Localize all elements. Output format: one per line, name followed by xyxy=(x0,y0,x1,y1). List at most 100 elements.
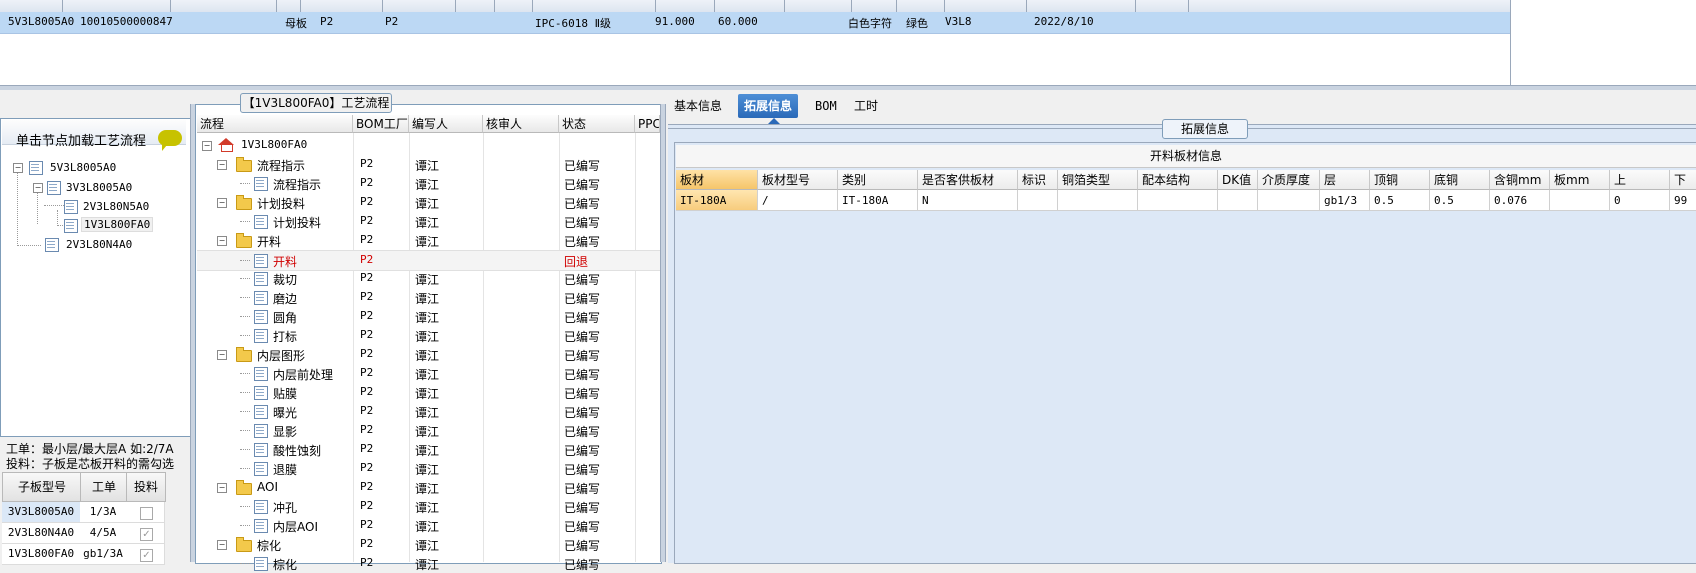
horizontal-splitter[interactable] xyxy=(0,85,1696,90)
col-header-author[interactable]: 编写人 xyxy=(409,115,483,133)
top-grid-selected-row[interactable]: 5V3L8005A0 10010500000847 母板 P2 P2 IPC-6… xyxy=(0,12,1510,34)
flow-row[interactable]: 冲孔 P2 谭江 已编写 xyxy=(197,497,660,516)
flow-row[interactable]: − 流程指示 P2 谭江 已编写 xyxy=(197,155,660,174)
grid-col-header[interactable]: DK值 xyxy=(1218,170,1258,190)
flow-row[interactable]: − 开料 P2 谭江 已编写 xyxy=(197,231,660,250)
grid-col-header[interactable]: 介质厚度 xyxy=(1258,170,1320,190)
col-header-ppc[interactable]: PPC xyxy=(635,115,660,133)
col-header-feed[interactable]: 投料 xyxy=(126,472,166,502)
tree-line xyxy=(240,335,250,336)
grid-col-header[interactable]: 上 xyxy=(1610,170,1670,190)
col-header-model[interactable]: 子板型号 xyxy=(2,472,82,502)
grid-cell[interactable]: 0 xyxy=(1610,190,1670,211)
tree-line xyxy=(17,245,41,246)
flow-row[interactable]: 磨边 P2 谭江 已编写 xyxy=(197,288,660,307)
grid-col-header[interactable]: 底铜 xyxy=(1430,170,1490,190)
col-header-order[interactable]: 工单 xyxy=(80,472,128,502)
collapse-toggle-icon[interactable]: − xyxy=(13,163,23,173)
tab-bom[interactable]: BOM xyxy=(809,94,843,118)
col-header-reviewer[interactable]: 核审人 xyxy=(483,115,559,133)
flow-row[interactable]: 内层AOI P2 谭江 已编写 xyxy=(197,516,660,535)
flow-row[interactable]: 棕化 P2 谭江 已编写 xyxy=(197,554,660,573)
grid-cell[interactable]: IT-180A xyxy=(838,190,918,211)
grid-col-header[interactable]: 板材型号 xyxy=(758,170,838,190)
grid-col-header[interactable]: 下 xyxy=(1670,170,1696,190)
tree-node[interactable]: 3V3L8005A0 xyxy=(66,181,132,194)
grid-col-header[interactable]: 板mm xyxy=(1550,170,1610,190)
flow-row[interactable]: − 计划投料 P2 谭江 已编写 xyxy=(197,193,660,212)
flow-row[interactable]: 曝光 P2 谭江 已编写 xyxy=(197,402,660,421)
grid-col-header[interactable]: 含铜mm xyxy=(1490,170,1550,190)
collapse-toggle-icon[interactable]: − xyxy=(217,540,227,550)
grid-cell[interactable]: 0.5 xyxy=(1430,190,1490,211)
collapse-toggle-icon[interactable]: − xyxy=(202,141,212,151)
flow-row[interactable]: 内层前处理 P2 谭江 已编写 xyxy=(197,364,660,383)
sub-model[interactable]: 3V3L8005A0 xyxy=(2,502,81,523)
grid-cell[interactable] xyxy=(1218,190,1258,211)
tab-work-hours[interactable]: 工时 xyxy=(848,94,884,118)
speech-bubble-icon[interactable] xyxy=(158,130,182,151)
tab-extended-info[interactable]: 拓展信息 xyxy=(738,94,799,118)
flow-row[interactable]: 显影 P2 谭江 已编写 xyxy=(197,421,660,440)
flow-row[interactable]: − AOI P2 谭江 已编写 xyxy=(197,478,660,497)
grid-col-header[interactable]: 铜箔类型 xyxy=(1058,170,1138,190)
flow-row[interactable]: − 棕化 P2 谭江 已编写 xyxy=(197,535,660,554)
tree-line xyxy=(240,449,250,450)
collapse-toggle-icon[interactable]: − xyxy=(217,198,227,208)
collapse-toggle-icon[interactable]: − xyxy=(217,236,227,246)
flow-step-name: 圆角 xyxy=(273,311,298,325)
flow-row[interactable]: − 内层图形 P2 谭江 已编写 xyxy=(197,345,660,364)
flow-root-row[interactable]: − 1V3L800FA0 xyxy=(197,136,660,155)
flow-row-selected[interactable]: 开料 P2 回退 xyxy=(197,250,660,271)
grid-cell[interactable] xyxy=(1138,190,1218,211)
grid-cell[interactable]: 0.076 xyxy=(1490,190,1550,211)
flow-author: 谭江 xyxy=(415,311,440,325)
tab-basic-info[interactable]: 基本信息 xyxy=(668,94,728,118)
flow-row[interactable]: 贴膜 P2 谭江 已编写 xyxy=(197,383,660,402)
grid-cell[interactable]: gb1/3 xyxy=(1320,190,1370,211)
grid-col-header[interactable]: 板材 xyxy=(676,170,758,190)
collapse-toggle-icon[interactable]: − xyxy=(217,483,227,493)
grid-cell[interactable]: 99 xyxy=(1670,190,1696,211)
collapse-toggle-icon[interactable]: − xyxy=(217,160,227,170)
grid-col-header[interactable]: 类别 xyxy=(838,170,918,190)
grid-cell[interactable] xyxy=(1018,190,1058,211)
sub-model[interactable]: 2V3L80N4A0 xyxy=(2,523,81,544)
flow-row[interactable]: 计划投料 P2 谭江 已编写 xyxy=(197,212,660,231)
grid-col-header[interactable]: 配本结构 xyxy=(1138,170,1218,190)
flow-row[interactable]: 打标 P2 谭江 已编写 xyxy=(197,326,660,345)
grid-col-header[interactable]: 标识 xyxy=(1018,170,1058,190)
grid-cell[interactable]: N xyxy=(918,190,1018,211)
grid-cell[interactable]: / xyxy=(758,190,838,211)
flow-step-name: 计划投料 xyxy=(273,216,322,230)
grid-cell[interactable]: IT-180A xyxy=(676,190,758,211)
feed-checkbox[interactable] xyxy=(140,507,153,520)
col-header-flow[interactable]: 流程 xyxy=(197,115,353,133)
col-header-status[interactable]: 状态 xyxy=(559,115,635,133)
grid-cell[interactable] xyxy=(1058,190,1138,211)
feed-checkbox-checked[interactable]: ✓ xyxy=(140,549,153,562)
flow-row[interactable]: 流程指示 P2 谭江 已编写 xyxy=(197,174,660,193)
grid-cell[interactable] xyxy=(1550,190,1610,211)
tree-node[interactable]: 5V3L8005A0 xyxy=(50,161,116,174)
document-icon xyxy=(254,272,268,286)
tree-node[interactable]: 2V3L80N5A0 xyxy=(83,200,149,213)
collapse-toggle-icon[interactable]: − xyxy=(217,350,227,360)
grid-cell[interactable] xyxy=(1258,190,1320,211)
tree-node-selected[interactable]: 1V3L800FA0 xyxy=(81,217,154,232)
grid-col-header[interactable]: 层 xyxy=(1320,170,1370,190)
flow-row[interactable]: 退膜 P2 谭江 已编写 xyxy=(197,459,660,478)
feed-checkbox-checked[interactable]: ✓ xyxy=(140,528,153,541)
flow-row[interactable]: 圆角 P2 谭江 已编写 xyxy=(197,307,660,326)
sub-order[interactable]: 4/5A xyxy=(80,523,127,544)
flow-row[interactable]: 酸性蚀刻 P2 谭江 已编写 xyxy=(197,440,660,459)
tree-node[interactable]: 2V3L80N4A0 xyxy=(66,238,132,251)
grid-col-header[interactable]: 顶铜 xyxy=(1370,170,1430,190)
middle-splitter[interactable] xyxy=(660,104,666,562)
sub-order[interactable]: 1/3A xyxy=(80,502,127,523)
collapse-toggle-icon[interactable]: − xyxy=(33,183,43,193)
flow-row[interactable]: 裁切 P2 谭江 已编写 xyxy=(197,269,660,288)
col-header-bom-factory[interactable]: BOM工厂 xyxy=(353,115,409,133)
grid-cell[interactable]: 0.5 xyxy=(1370,190,1430,211)
grid-col-header[interactable]: 是否客供板材 xyxy=(918,170,1018,190)
